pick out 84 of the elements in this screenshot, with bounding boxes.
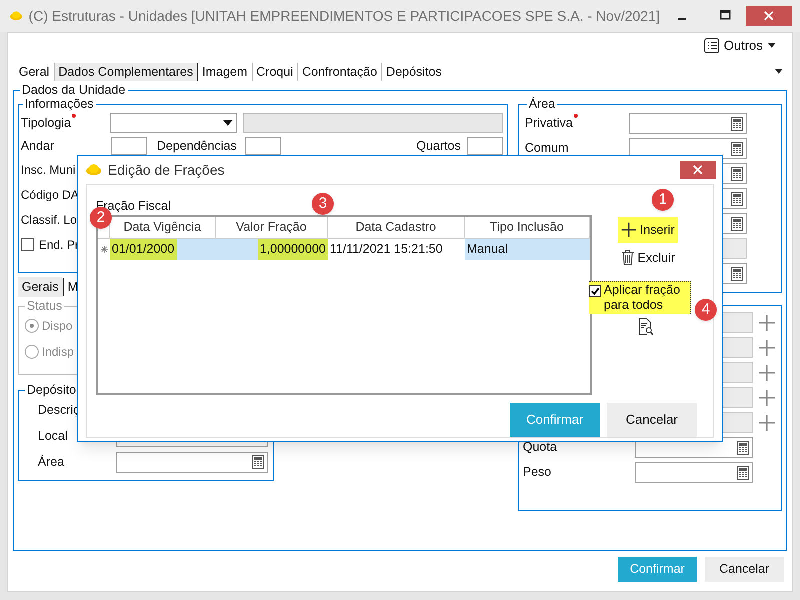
field-label: Dependências	[157, 138, 238, 155]
checkbox-option[interactable]: Aplicar fração para todos	[589, 281, 691, 314]
required-marker	[72, 114, 76, 118]
cancel-button[interactable]: Cancelar	[705, 557, 784, 582]
input-field[interactable]	[245, 137, 281, 155]
table-row[interactable]: 01/01/2000 1,00000000 11/11/2021 15:21:50 Manual	[98, 239, 590, 260]
outros-menu-button[interactable]: Outros	[704, 36, 777, 56]
radio-label: Dispo	[42, 318, 73, 335]
group-title: Área	[528, 97, 556, 111]
field-label: Área	[38, 454, 66, 471]
close-button[interactable]	[680, 161, 716, 179]
window-title: (C) Estruturas - Unidades [UNITAH EMPREENDIMENTOS E PARTICIPACOES SPE S.A. - Nov/2021]	[28, 6, 660, 26]
tab[interactable]: Geral	[15, 63, 54, 81]
field-label: Tipologia	[21, 114, 104, 132]
document-search-icon[interactable]	[638, 318, 654, 336]
radio-button[interactable]	[25, 319, 39, 333]
checkbox[interactable]	[21, 238, 34, 251]
field-label: Privativa	[525, 116, 578, 130]
caret-icon	[222, 120, 233, 126]
number-badge: 4	[695, 299, 717, 321]
number-field[interactable]	[116, 452, 268, 472]
group-title: Informações	[24, 97, 95, 111]
close-icon[interactable]	[693, 165, 703, 175]
tab[interactable]: Croqui	[252, 63, 298, 81]
calculator-icon[interactable]	[252, 455, 264, 469]
close-icon[interactable]	[764, 11, 774, 21]
field-label: Local	[38, 428, 69, 445]
calculator-icon[interactable]	[737, 440, 749, 454]
section-title: Fração Fiscal	[96, 199, 172, 213]
column-header[interactable]: Valor Fração	[216, 217, 328, 238]
table-cell-text: 11/11/2021 15:21:50	[329, 241, 444, 258]
calculator-icon[interactable]	[731, 166, 743, 180]
tab[interactable]: Imagem	[198, 63, 252, 81]
group-title: Depósito	[26, 383, 78, 397]
calculator-icon[interactable]	[731, 266, 743, 280]
dialog-title: Edição de Frações	[108, 160, 225, 180]
helmet-icon	[10, 10, 23, 22]
table-cell: 1,00000000	[258, 239, 328, 260]
column-header[interactable]: Tipo Inclusão	[465, 217, 590, 238]
required-marker	[574, 114, 578, 118]
field-label: Peso	[523, 465, 552, 480]
table-cell-text: Manual	[466, 241, 509, 258]
dropdown[interactable]	[110, 113, 237, 133]
group-title: Dados da Unidade	[21, 83, 127, 97]
new-row-icon	[100, 246, 108, 253]
field-label: Classif. Lo	[21, 212, 78, 228]
tab[interactable]: Confrontação	[298, 63, 382, 81]
trash-icon	[620, 250, 635, 266]
caret-icon	[767, 43, 777, 49]
field-label: Andar	[21, 138, 56, 155]
radio-label: Indisp	[42, 344, 74, 361]
table-cell: 01/01/2000	[110, 239, 177, 260]
close-button[interactable]	[746, 6, 792, 26]
insert-button[interactable]: Inserir	[618, 217, 678, 243]
helmet-icon	[86, 164, 102, 176]
plus-icon[interactable]	[621, 222, 638, 238]
check-icon	[590, 286, 600, 296]
cancel-button[interactable]: Cancelar	[607, 403, 697, 437]
delete-button[interactable]: Excluir	[618, 245, 678, 271]
number-badge: 1	[652, 189, 674, 211]
group-title: Status	[26, 299, 64, 313]
tab[interactable]: Dados Complementares	[54, 63, 198, 81]
calculator-icon[interactable]	[731, 192, 743, 206]
tab[interactable]: Gerais	[18, 277, 63, 297]
radio-button[interactable]	[25, 345, 39, 359]
column-header[interactable]: Data Cadastro	[328, 217, 465, 238]
number-field[interactable]	[629, 113, 747, 134]
field-label: Comum	[525, 141, 569, 156]
calculator-icon[interactable]	[731, 216, 743, 230]
checkbox[interactable]	[589, 285, 601, 297]
field-label: Quartos	[416, 138, 461, 155]
input-field[interactable]	[242, 113, 503, 133]
caret-icon[interactable]	[774, 69, 784, 75]
calculator-icon[interactable]	[731, 142, 743, 156]
input-field[interactable]	[467, 137, 503, 155]
field-label: Insc. Muni	[21, 162, 76, 178]
field-label: Quota	[523, 440, 558, 454]
tab[interactable]: Depósitos	[382, 63, 446, 81]
input-field[interactable]	[111, 137, 147, 155]
number-field[interactable]	[635, 462, 753, 483]
list-icon	[704, 38, 720, 54]
calculator-icon[interactable]	[737, 466, 749, 480]
calculator-icon[interactable]	[731, 116, 743, 130]
number-badge: 3	[312, 193, 334, 215]
